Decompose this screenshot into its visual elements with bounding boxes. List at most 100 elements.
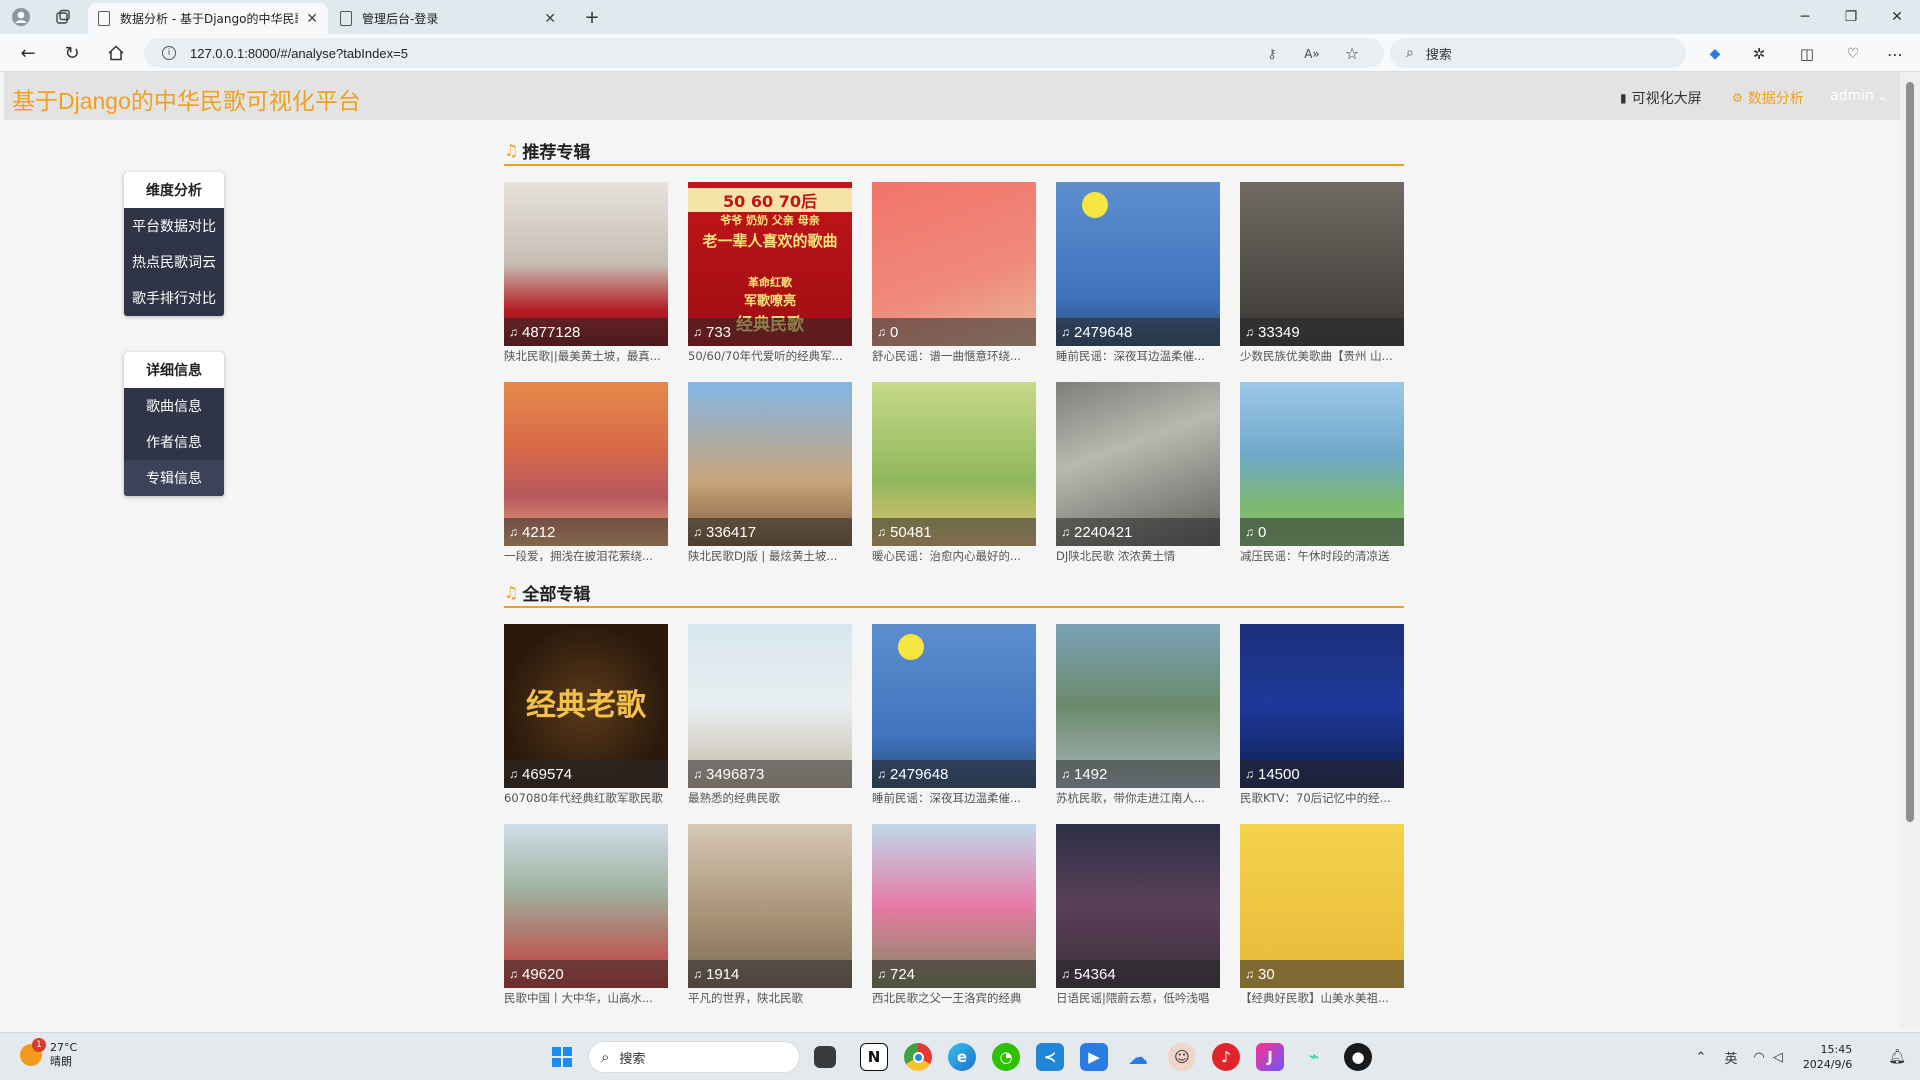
site-info-icon[interactable]: i: [162, 46, 176, 60]
album-title[interactable]: 民歌中国丨大中华，山高水...: [504, 990, 668, 1006]
album-title[interactable]: 日语民谣|隈蔚云惹，低吟浅唱: [1056, 990, 1220, 1006]
new-tab-button[interactable]: +: [580, 6, 604, 28]
album-card[interactable]: ♫ 0 减压民谣：午休时段的清凉送: [1240, 382, 1404, 564]
album-card[interactable]: ♫ 49620 民歌中国丨大中华，山高水...: [504, 824, 668, 1006]
album-card[interactable]: ♫ 50481 暖心民谣：治愈内心最好的...: [872, 382, 1036, 564]
collections-icon[interactable]: [52, 6, 74, 28]
album-title[interactable]: 睡前民谣：深夜耳边温柔催...: [872, 790, 1036, 806]
menu-item-songs[interactable]: 歌曲信息: [124, 388, 224, 424]
album-card[interactable]: ♫ 4212 一段爱，拥浅在披泪花萦绕...: [504, 382, 668, 564]
album-title[interactable]: 陕北民歌DJ版 | 最炫黄土坡...: [688, 548, 852, 564]
task-view-icon[interactable]: [814, 1046, 836, 1068]
album-title[interactable]: 607080年代经典红歌军歌民歌: [504, 790, 668, 806]
album-title[interactable]: 暖心民谣：治愈内心最好的...: [872, 548, 1036, 564]
album-card[interactable]: ♫ 14500 民歌KTV：70后记忆中的经...: [1240, 624, 1404, 806]
menu-item-platform-compare[interactable]: 平台数据对比: [124, 208, 224, 244]
extension-diamond-icon[interactable]: ◆: [1704, 43, 1726, 65]
wechat-icon[interactable]: ◔: [992, 1043, 1020, 1071]
album-card[interactable]: ♫ 336417 陕北民歌DJ版 | 最炫黄土坡...: [688, 382, 852, 564]
visual-screen-link[interactable]: ▮ 可视化大屏: [1620, 88, 1702, 108]
favorite-star-icon[interactable]: ☆: [1342, 43, 1362, 63]
profile-icon[interactable]: [10, 6, 32, 28]
home-icon[interactable]: [104, 42, 128, 64]
album-card[interactable]: ♫ 30 【经典好民歌】山美水美祖...: [1240, 824, 1404, 1006]
album-title[interactable]: 减压民谣：午休时段的清凉送: [1240, 548, 1404, 564]
album-title[interactable]: 陕北民歌||最美黄土坡，最真...: [504, 348, 668, 364]
back-icon[interactable]: ←: [16, 42, 40, 64]
album-title[interactable]: 最熟悉的经典民歌: [688, 790, 852, 806]
browser-essentials-icon[interactable]: ♡: [1842, 43, 1864, 65]
menu-item-albums[interactable]: 专辑信息: [124, 460, 224, 496]
album-cover-image[interactable]: 经典老歌 ♫ 469574: [504, 624, 668, 788]
start-windows-icon[interactable]: [548, 1043, 576, 1071]
minimize-button[interactable]: ─: [1782, 0, 1828, 34]
album-cover-image[interactable]: ♫ 4212: [504, 382, 668, 546]
vscode-icon[interactable]: ≺: [1036, 1043, 1064, 1071]
album-cover-image[interactable]: ♫ 0: [1240, 382, 1404, 546]
tab-close-icon[interactable]: ✕: [544, 11, 556, 27]
tab-close-icon[interactable]: ✕: [306, 11, 318, 27]
page-scrollbar[interactable]: [1900, 72, 1920, 1028]
close-window-button[interactable]: ✕: [1874, 0, 1920, 34]
album-cover-image[interactable]: ♫ 1914: [688, 824, 852, 988]
restore-button[interactable]: ❐: [1828, 0, 1874, 34]
tray-expand-icon[interactable]: ⌃: [1696, 1050, 1707, 1065]
data-analysis-link[interactable]: ⚙ 数据分析: [1732, 88, 1804, 108]
avatar-app-icon[interactable]: ☺: [1168, 1043, 1196, 1071]
album-title[interactable]: 舒心民谣：谱一曲惬意环绕...: [872, 348, 1036, 364]
browser-search-box[interactable]: ⌕ 搜索: [1390, 38, 1686, 68]
more-menu-icon[interactable]: ⋯: [1884, 43, 1906, 65]
edge-icon[interactable]: e: [948, 1043, 976, 1071]
album-cover-image[interactable]: ♫ 49620: [504, 824, 668, 988]
tab-admin-login[interactable]: 管理后台-登录 ✕: [330, 3, 566, 34]
album-card[interactable]: ♫ 33349 少数民族优美歌曲【贵州 山...: [1240, 182, 1404, 364]
album-card[interactable]: ♫ 4877128 陕北民歌||最美黄土坡，最真...: [504, 182, 668, 364]
album-title[interactable]: 少数民族优美歌曲【贵州 山...: [1240, 348, 1404, 364]
url-bar[interactable]: i 127.0.0.1:8000/#/analyse?tabIndex=5: [144, 38, 1384, 68]
send-icon[interactable]: ▶: [1080, 1043, 1108, 1071]
album-card[interactable]: ♫ 1914 平凡的世界，陕北民歌: [688, 824, 852, 1006]
album-cover-image[interactable]: 50 60 70后爷爷 奶奶 父亲 母亲老一辈人喜欢的歌曲革命红歌军歌嘹亮经典民…: [688, 182, 852, 346]
site-title[interactable]: 基于Django的中华民歌可视化平台: [12, 82, 361, 116]
album-title[interactable]: 睡前民谣：深夜耳边温柔催...: [1056, 348, 1220, 364]
pycharm-icon[interactable]: ⌁: [1300, 1043, 1328, 1071]
album-card[interactable]: ♫ 724 西北民歌之父一王洛宾的经典: [872, 824, 1036, 1006]
album-title[interactable]: 西北民歌之父一王洛宾的经典: [872, 990, 1036, 1006]
jetbrains-icon[interactable]: J: [1256, 1043, 1284, 1071]
album-card[interactable]: ♫ 2240421 DJ陕北民歌 浓浓黄土情: [1056, 382, 1220, 564]
album-cover-image[interactable]: ♫ 4877128: [504, 182, 668, 346]
tab-data-analysis[interactable]: 数据分析 - 基于Django的中华民歌 ✕: [88, 3, 328, 34]
album-cover-image[interactable]: ♫ 2240421: [1056, 382, 1220, 546]
album-cover-image[interactable]: ♫ 1492: [1056, 624, 1220, 788]
cloud-icon[interactable]: ☁: [1124, 1043, 1152, 1071]
album-title[interactable]: 平凡的世界，陕北民歌: [688, 990, 852, 1006]
album-title[interactable]: 50/60/70年代爱听的经典军...: [688, 348, 852, 364]
album-title[interactable]: DJ陕北民歌 浓浓黄土情: [1056, 548, 1220, 564]
album-card[interactable]: ♫ 1492 苏杭民歌，带你走进江南人...: [1056, 624, 1220, 806]
album-cover-image[interactable]: ♫ 50481: [872, 382, 1036, 546]
notification-bell-icon[interactable]: 🔔︎: [1888, 1049, 1906, 1065]
album-cover-image[interactable]: ♫ 3496873: [688, 624, 852, 788]
split-screen-icon[interactable]: ◫: [1796, 43, 1818, 65]
album-cover-image[interactable]: ♫ 33349: [1240, 182, 1404, 346]
album-card[interactable]: ♫ 2479648 睡前民谣：深夜耳边温柔催...: [1056, 182, 1220, 364]
album-title[interactable]: 【经典好民歌】山美水美祖...: [1240, 990, 1404, 1006]
menu-item-wordcloud[interactable]: 热点民歌词云: [124, 244, 224, 280]
admin-menu[interactable]: admin ⌄: [1830, 88, 1888, 104]
album-title[interactable]: 苏杭民歌，带你走进江南人...: [1056, 790, 1220, 806]
read-aloud-icon[interactable]: A»: [1302, 44, 1322, 64]
menu-item-singer-ranking[interactable]: 歌手排行对比: [124, 280, 224, 316]
album-cover-image[interactable]: ♫ 336417: [688, 382, 852, 546]
refresh-icon[interactable]: ↻: [60, 42, 84, 64]
album-card[interactable]: ♫ 3496873 最熟悉的经典民歌: [688, 624, 852, 806]
key-icon[interactable]: ⚷: [1262, 44, 1282, 64]
obs-record-icon[interactable]: ●: [1344, 1043, 1372, 1071]
album-cover-image[interactable]: ♫ 0: [872, 182, 1036, 346]
clock-date[interactable]: 2024/9/6: [1803, 1057, 1852, 1072]
album-card[interactable]: ♫ 2479648 睡前民谣：深夜耳边温柔催...: [872, 624, 1036, 806]
album-cover-image[interactable]: ♫ 14500: [1240, 624, 1404, 788]
album-card[interactable]: 经典老歌 ♫ 469574 607080年代经典红歌军歌民歌: [504, 624, 668, 806]
notion-icon[interactable]: N: [860, 1043, 888, 1071]
album-title[interactable]: 民歌KTV：70后记忆中的经...: [1240, 790, 1404, 806]
netease-music-icon[interactable]: ♪: [1212, 1043, 1240, 1071]
